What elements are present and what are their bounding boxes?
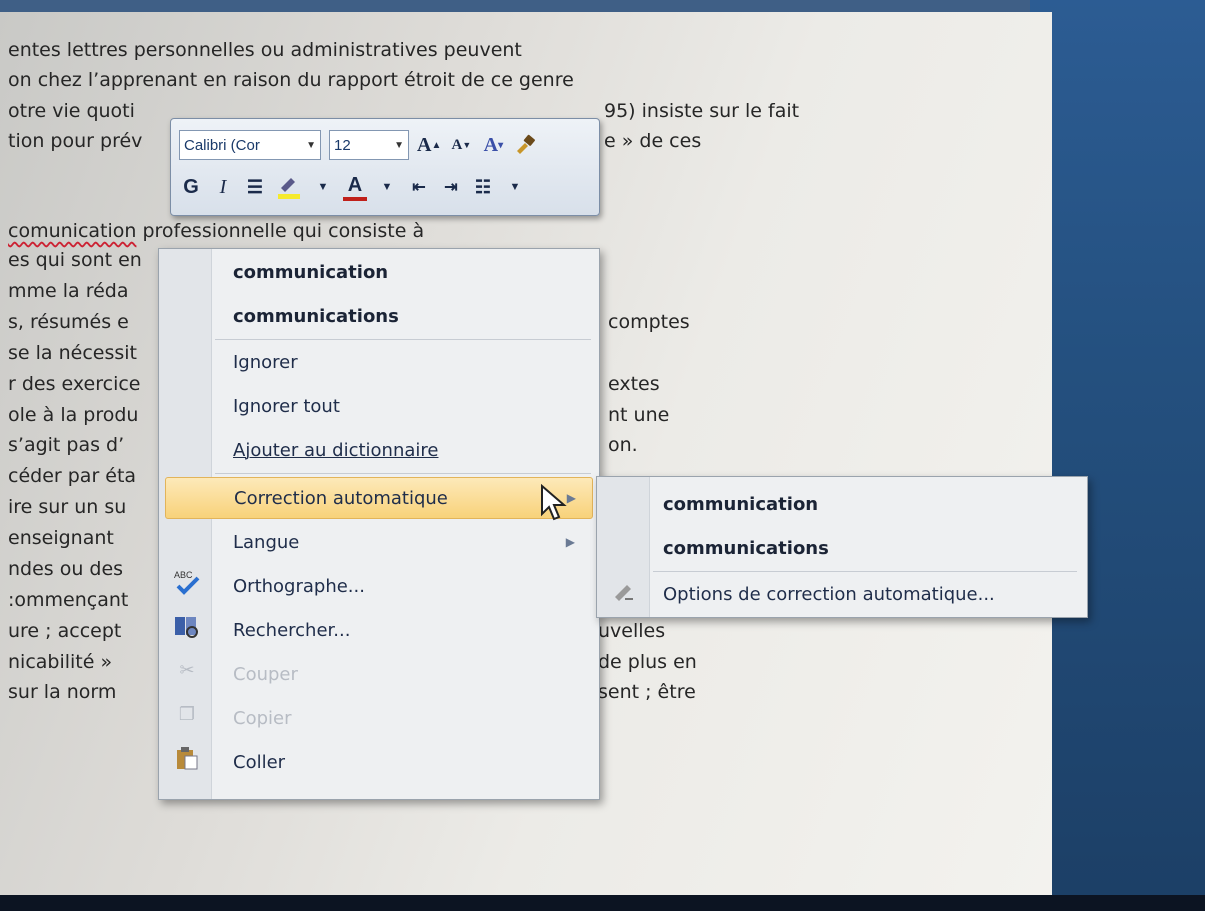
paste-icon <box>171 743 203 773</box>
window-right-chrome <box>1030 0 1205 911</box>
doc-line-3-right: 95) insiste sur le fait <box>604 100 800 122</box>
suggestion-communications[interactable]: communications <box>215 295 591 337</box>
doc-line-8: mme la réda <box>8 280 129 302</box>
chevron-down-icon[interactable]: ▼ <box>390 140 404 151</box>
doc-line-2: on chez l’apprenant en raison du rapport… <box>8 69 574 91</box>
align-center-icon[interactable]: ☰ <box>243 172 267 202</box>
doc-fragment-2: extes <box>608 373 660 395</box>
bullets-icon[interactable]: ☷ <box>471 172 495 202</box>
spelling-context-menu: communication communications Ignorer Ign… <box>158 248 600 800</box>
copy-icon: ❐ <box>178 703 196 725</box>
doc-line-17: ndes ou des <box>8 558 124 580</box>
window-top-edge <box>0 0 1205 12</box>
menu-item-language[interactable]: Langue ▶ <box>215 521 591 563</box>
doc-line-16: enseignant <box>8 527 114 549</box>
autocorrect-suggestion-communication[interactable]: communication <box>663 483 818 525</box>
font-size-combo[interactable]: 12 ▼ <box>329 130 409 160</box>
doc-line-1: entes lettres personnelles ou administra… <box>8 39 522 61</box>
highlight-color-icon[interactable] <box>275 172 303 202</box>
spellcheck-icon: ABC <box>171 567 203 597</box>
autocorrect-options[interactable]: Options de correction automatique... <box>663 573 995 615</box>
decrease-indent-icon[interactable]: ⇤ <box>407 172 431 202</box>
font-color-icon[interactable]: A <box>343 173 367 201</box>
shrink-font-icon[interactable]: A ▼ <box>449 130 473 160</box>
doc-line-19: ure ; accept <box>8 620 122 642</box>
doc-fragment-7: sent ; être <box>598 681 696 703</box>
format-painter-icon[interactable] <box>513 130 537 160</box>
chevron-down-icon[interactable]: ▼ <box>302 140 316 151</box>
doc-line-10: se la nécessit <box>8 342 137 364</box>
chevron-down-icon[interactable]: ▼ <box>503 172 527 202</box>
doc-line-6-rest: professionnelle qui consiste à <box>136 220 425 242</box>
autocorrect-suggestion-communications[interactable]: communications <box>663 527 829 569</box>
text-styles-icon[interactable]: A ▾ <box>481 130 505 160</box>
doc-fragment-3: nt une <box>608 404 670 426</box>
italic-button[interactable]: I <box>211 172 235 202</box>
menu-item-add-dictionary[interactable]: Ajouter au dictionnaire <box>215 429 591 471</box>
font-name-combo[interactable]: Calibri (Cor ▼ <box>179 130 321 160</box>
doc-line-14: céder par éta <box>8 465 137 487</box>
doc-line-4: tion pour prév <box>8 130 143 152</box>
menu-item-ignore[interactable]: Ignorer <box>215 341 591 383</box>
menu-item-spelling[interactable]: Orthographe... <box>215 565 591 607</box>
suggestion-communication[interactable]: communication <box>215 251 591 293</box>
chevron-down-icon[interactable]: ▼ <box>311 172 335 202</box>
doc-line-15: ire sur un su <box>8 496 127 518</box>
autocorrect-submenu: communication communications Options de … <box>596 476 1088 618</box>
doc-line-9: s, résumés e <box>8 311 129 333</box>
research-icon <box>171 611 203 641</box>
mini-toolbar-row-2: G I ☰ ▼ A ▼ ⇤ ⇥ ☷ ▼ <box>179 167 527 207</box>
doc-line-20: nicabilité » <box>8 651 113 673</box>
doc-fragment-4: on. <box>608 434 638 456</box>
scissors-icon: ✂ <box>179 659 195 681</box>
menu-item-copy: Copier <box>233 707 292 729</box>
submenu-arrow-icon: ▶ <box>566 491 576 505</box>
doc-line-7: es qui sont en <box>8 249 142 271</box>
doc-fragment-5: uvelles <box>598 620 666 642</box>
submenu-arrow-icon: ▶ <box>565 535 575 549</box>
doc-line-12: ole à la produ <box>8 404 139 426</box>
menu-item-autocorrect[interactable]: Correction automatique ▶ <box>165 477 593 519</box>
increase-indent-icon[interactable]: ⇥ <box>439 172 463 202</box>
doc-line-11: r des exercice <box>8 373 141 395</box>
bold-button[interactable]: G <box>179 172 203 202</box>
font-name-value: Calibri (Cor <box>184 136 260 154</box>
doc-fragment-6: de plus en <box>598 651 697 673</box>
chevron-down-icon[interactable]: ▼ <box>375 172 399 202</box>
menu-separator <box>215 339 591 340</box>
menu-item-paste[interactable]: Coller <box>215 741 591 783</box>
doc-fragment-1: comptes <box>608 311 690 333</box>
misspelled-word[interactable]: comunication <box>8 220 136 242</box>
doc-line-3: otre vie quoti <box>8 100 135 122</box>
doc-line-6[interactable]: comunication professionnelle qui consist… <box>8 217 424 246</box>
mouse-cursor-icon <box>541 484 567 521</box>
menu-item-ignore-all[interactable]: Ignorer tout <box>215 385 591 427</box>
menu-separator <box>215 473 591 474</box>
submenu-separator <box>653 571 1077 572</box>
svg-text:ABC: ABC <box>174 570 193 580</box>
autocorrect-options-icon <box>611 581 637 609</box>
doc-line-21: sur la norm <box>8 681 117 703</box>
window-bottom-edge <box>0 895 1205 911</box>
font-size-value: 12 <box>334 136 351 154</box>
grow-font-icon[interactable]: A ▲ <box>417 130 441 160</box>
mini-toolbar: Calibri (Cor ▼ 12 ▼ A ▲ A ▼ A ▾ G I ☰ ▼ A ▼… <box>170 118 600 216</box>
menu-item-cut: Couper <box>233 663 298 685</box>
doc-line-13: s’agit pas d’ <box>8 434 125 456</box>
mini-toolbar-row-1: Calibri (Cor ▼ 12 ▼ A ▲ A ▼ A ▾ <box>179 125 537 165</box>
doc-line-18: :ommençant <box>8 589 129 611</box>
menu-item-lookup[interactable]: Rechercher... <box>215 609 591 651</box>
doc-line-4-right: e » de ces <box>604 130 702 152</box>
